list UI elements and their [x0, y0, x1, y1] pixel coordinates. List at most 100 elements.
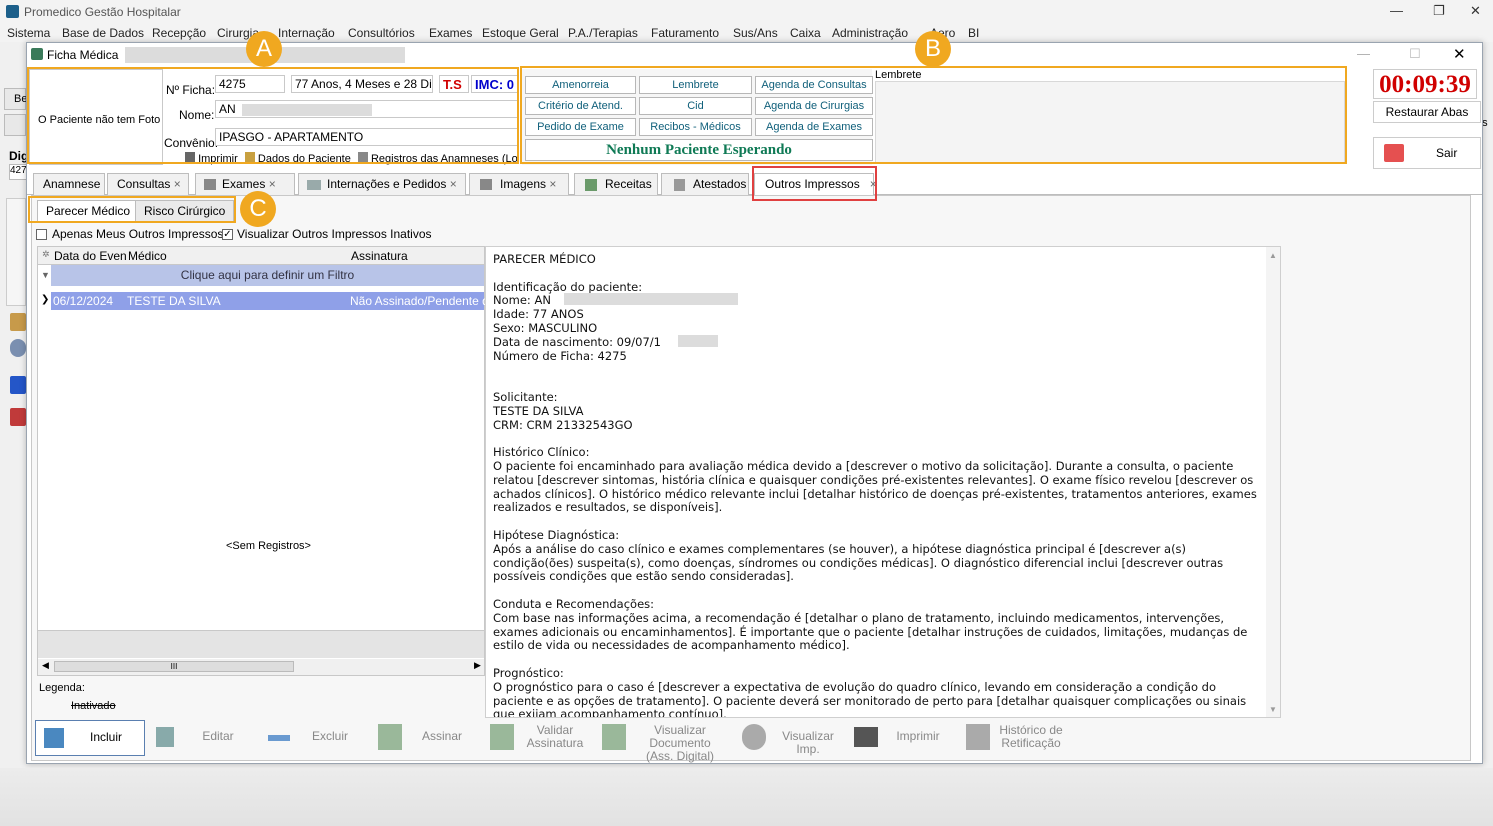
imprimir-button[interactable]: Imprimir: [848, 720, 958, 756]
editar-button[interactable]: Editar: [148, 720, 258, 756]
sidebar-tool-icon[interactable]: [10, 313, 26, 331]
callout-box-c: [28, 196, 236, 223]
menu-estoque-geral[interactable]: Estoque Geral: [482, 26, 559, 40]
table-row[interactable]: 06/12/2024 TESTE DA SILVA Não Assinado/P…: [51, 292, 495, 310]
empty-records-text: <Sem Registros>: [226, 540, 311, 552]
tab-label: Internações e Pedidos: [327, 177, 447, 191]
grid-settings-icon[interactable]: ✲: [42, 249, 50, 260]
tab-consultas[interactable]: Consultas ×: [107, 173, 189, 195]
menu-sus-ans[interactable]: Sus/Ans: [733, 26, 778, 40]
tab-close-icon[interactable]: ×: [269, 177, 276, 191]
tab-label: Exames: [222, 177, 266, 191]
show-inactive-checkbox[interactable]: ✓: [222, 229, 233, 240]
visualizar-imp-button[interactable]: Visualizar Imp.: [736, 720, 846, 756]
restore-icon[interactable]: ❐: [1433, 3, 1445, 19]
background-tab-stub: Be: [4, 88, 27, 110]
col-assinatura[interactable]: Assinatura: [351, 249, 408, 263]
tab-close-icon[interactable]: ×: [450, 177, 457, 191]
blurred-background-area: [0, 768, 1493, 826]
callout-box-a: [27, 67, 519, 164]
exit-icon: [1384, 144, 1404, 162]
callout-badge-c: C: [240, 191, 276, 227]
close-icon[interactable]: ✕: [1470, 3, 1481, 19]
restaurar-abas-button[interactable]: Restaurar Abas: [1373, 101, 1481, 123]
menu-base-de-dados[interactable]: Base de Dados: [62, 26, 144, 40]
menu-caixa[interactable]: Caixa: [790, 26, 821, 40]
redacted-doc-name: [564, 293, 738, 305]
only-mine-label: Apenas Meus Outros Impressos: [52, 227, 224, 241]
tab-close-icon[interactable]: ×: [174, 177, 181, 191]
tab-internacoes-pedidos[interactable]: Internações e Pedidos ×: [298, 173, 466, 195]
assinar-button[interactable]: Assinar: [372, 720, 482, 756]
sair-button[interactable]: Sair: [1373, 137, 1481, 169]
col-data-evento[interactable]: Data do Even: [54, 249, 127, 263]
document-icon[interactable]: [10, 408, 26, 426]
visualizar-documento-label: Visualizar Documento (Ass. Digital): [645, 723, 714, 763]
only-mine-checkbox[interactable]: [36, 229, 47, 240]
scroll-left-icon[interactable]: ◀: [42, 660, 49, 671]
grid-filter-row[interactable]: Clique aqui para definir um Filtro: [51, 265, 484, 286]
minus-icon: [268, 735, 290, 741]
grid-footer: [38, 630, 484, 658]
tab-label: Atestados: [693, 177, 747, 191]
visualizar-documento-button[interactable]: Visualizar Documento (Ass. Digital): [596, 720, 734, 763]
window-maximize-icon[interactable]: ☐: [1409, 46, 1421, 62]
highlight-outros-impressos: [752, 166, 877, 201]
doctor-icon[interactable]: [10, 339, 26, 357]
callout-badge-a: A: [246, 31, 282, 67]
atestados-icon: [674, 178, 685, 191]
menu-faturamento[interactable]: Faturamento: [651, 26, 719, 40]
printer-icon: [854, 727, 878, 747]
stub-text-num: 427: [10, 165, 27, 176]
window-close-icon[interactable]: ✕: [1453, 45, 1466, 63]
menu-consultorios[interactable]: Consultórios: [348, 26, 415, 40]
window-minimize-icon[interactable]: —: [1357, 46, 1370, 61]
menu-administracao[interactable]: Administração: [832, 26, 908, 40]
exames-icon: [204, 179, 216, 191]
menu-recepcao[interactable]: Recepção: [152, 26, 206, 40]
background-tab-stub-2: [4, 114, 26, 136]
minimize-icon[interactable]: —: [1390, 3, 1403, 18]
scroll-thumb[interactable]: III: [54, 661, 294, 672]
window-icon: [31, 48, 43, 60]
menu-sistema[interactable]: Sistema: [7, 26, 50, 40]
stub-field: 427: [9, 164, 27, 180]
tab-atestados[interactable]: Atestados: [661, 173, 749, 195]
tab-label: Anamnese: [43, 177, 101, 191]
visualizar-imp-label: Visualizar Imp.: [782, 729, 834, 756]
imagens-icon: [480, 179, 492, 191]
tab-imagens[interactable]: Imagens ×: [469, 173, 569, 195]
incluir-button[interactable]: Incluir: [35, 720, 145, 756]
document-scrollbar[interactable]: ▲ ▼: [1266, 247, 1280, 717]
scroll-up-icon[interactable]: ▲: [1269, 251, 1277, 260]
callout-box-b: [520, 66, 1347, 164]
menu-bi[interactable]: BI: [968, 26, 979, 40]
view-document-icon: [602, 724, 626, 750]
horizontal-scrollbar[interactable]: ◀ III ▶: [38, 659, 484, 675]
tab-label: Consultas: [117, 177, 171, 191]
menu-exames[interactable]: Exames: [429, 26, 472, 40]
excluir-button[interactable]: Excluir: [260, 720, 370, 756]
tab-label: Receitas: [605, 177, 652, 191]
tab-exames[interactable]: Exames ×: [195, 173, 295, 195]
historico-retificacao-button[interactable]: Histórico de Retificação: [960, 720, 1070, 756]
assinar-label: Assinar: [421, 729, 462, 743]
tab-anamnese[interactable]: Anamnese: [33, 173, 105, 195]
tab-receitas[interactable]: Receitas: [574, 173, 658, 195]
app-title: Promedico Gestão Hospitalar: [24, 5, 181, 19]
receitas-icon: [585, 178, 597, 191]
scroll-right-icon[interactable]: ▶: [474, 660, 481, 671]
validar-assinatura-button[interactable]: Validar Assinatura: [484, 720, 594, 756]
document-preview[interactable]: PARECER MÉDICO Identificação do paciente…: [485, 246, 1281, 718]
scroll-down-icon[interactable]: ▼: [1269, 705, 1277, 714]
records-grid[interactable]: ✲ Data do Even Médico Assinatura Clique …: [37, 246, 495, 676]
redacted-doc-birthdate: [678, 335, 718, 347]
app-title-bar: Promedico Gestão Hospitalar — ❐ ✕: [0, 0, 1493, 24]
background-panel-stub: [6, 198, 26, 306]
sign-icon: [378, 724, 402, 750]
col-medico[interactable]: Médico: [128, 249, 167, 263]
book-icon[interactable]: [10, 376, 26, 394]
menu-pa-terapias[interactable]: P.A./Terapias: [568, 26, 638, 40]
menu-internacao[interactable]: Internação: [278, 26, 335, 40]
tab-close-icon[interactable]: ×: [549, 177, 556, 191]
